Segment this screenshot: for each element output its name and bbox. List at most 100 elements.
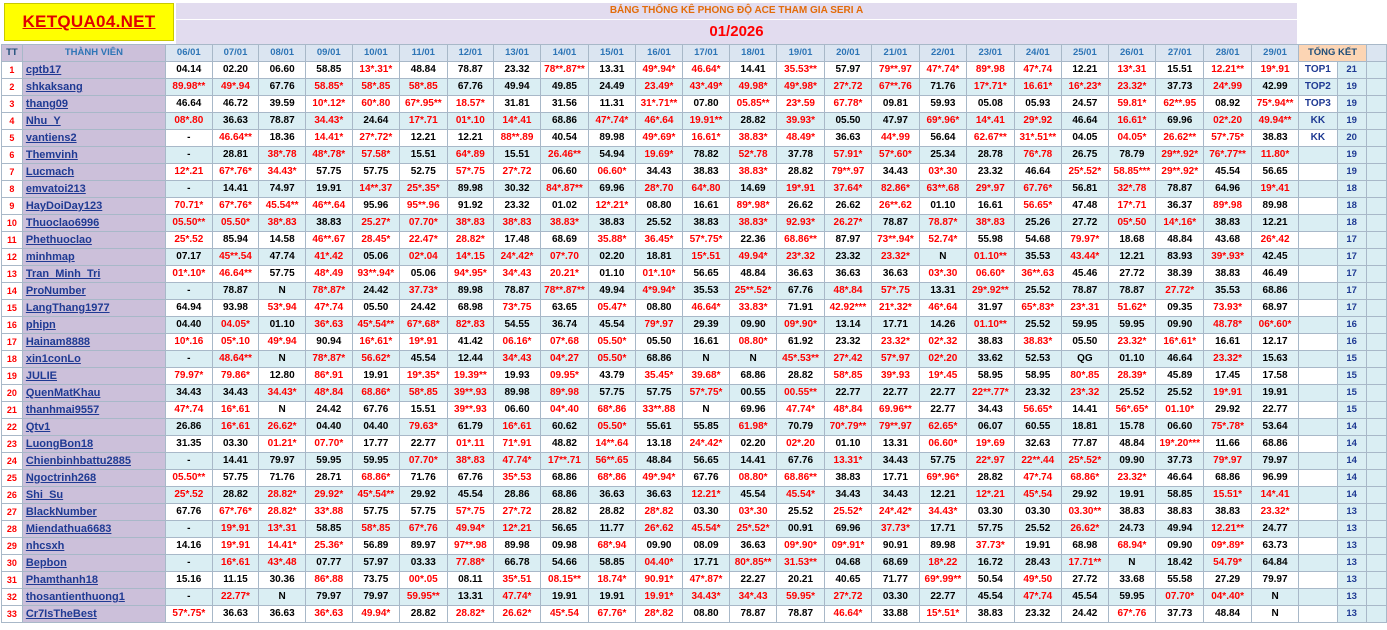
daily-result-cell: 68.98 bbox=[1061, 537, 1109, 555]
daily-result-cell: 22.27 bbox=[728, 571, 778, 589]
daily-result-cell: 68.86 bbox=[1250, 435, 1300, 453]
daily-result-cell: 64.96 bbox=[1203, 180, 1252, 198]
daily-result-cell: 68.86** bbox=[776, 231, 825, 249]
daily-result-cell: 25.27* bbox=[351, 214, 401, 232]
daily-result-cell: 34.43 bbox=[966, 401, 1015, 419]
member-name-link[interactable]: xin1conLo bbox=[21, 350, 166, 368]
blank-cell bbox=[1365, 78, 1387, 96]
member-name-link[interactable]: vantiens2 bbox=[21, 129, 166, 147]
daily-result-cell: 74.97 bbox=[258, 180, 306, 198]
daily-result-cell: 59.95 bbox=[1107, 588, 1157, 606]
daily-result-cell: 42.92*** bbox=[823, 299, 873, 317]
daily-result-cell: 92.93* bbox=[776, 214, 825, 232]
daily-result-cell: 05.47* bbox=[588, 299, 636, 317]
member-name-link[interactable]: Qtv1 bbox=[21, 418, 166, 436]
daily-result-cell: 68.97 bbox=[1250, 299, 1300, 317]
member-name-link[interactable]: thang09 bbox=[21, 95, 166, 113]
member-name-link[interactable]: Themvinh bbox=[21, 146, 166, 164]
daily-result-cell: 59.95 bbox=[304, 452, 353, 470]
member-name-link[interactable]: Shi_Su bbox=[21, 486, 166, 504]
daily-result-cell: 09.81 bbox=[871, 95, 920, 113]
member-name-link[interactable]: thosantienthuong1 bbox=[21, 588, 166, 606]
site-logo[interactable]: KETQUA04.NET bbox=[4, 3, 174, 41]
daily-result-cell: 03.30 bbox=[966, 503, 1015, 521]
member-name-link[interactable]: Tran_Minh_Tri bbox=[21, 265, 166, 283]
blank-cell bbox=[1365, 299, 1387, 317]
daily-result-cell: 35.53** bbox=[776, 61, 825, 79]
daily-result-cell: 67.76* bbox=[1013, 180, 1063, 198]
daily-result-cell: 89.98 bbox=[1250, 197, 1300, 215]
daily-result-cell: 68.94* bbox=[1107, 537, 1157, 555]
total-cell: 13 bbox=[1336, 588, 1367, 606]
member-name-link[interactable]: Cr7IsTheBest bbox=[21, 605, 166, 623]
member-name-link[interactable]: Hainam8888 bbox=[21, 333, 166, 351]
member-name-link[interactable]: BlackNumber bbox=[21, 503, 166, 521]
daily-result-cell: 05.50 bbox=[351, 299, 401, 317]
member-name-link[interactable]: Miendathua6683 bbox=[21, 520, 166, 538]
daily-result-cell: 46.64 bbox=[1013, 163, 1063, 181]
daily-result-cell: 16*.61 bbox=[211, 554, 260, 572]
site-logo-text[interactable]: KETQUA04.NET bbox=[22, 12, 155, 32]
row-number: 18 bbox=[1, 350, 23, 368]
member-name-link[interactable]: Phamthanh18 bbox=[21, 571, 166, 589]
total-cell: 19 bbox=[1336, 146, 1367, 164]
member-name-link[interactable]: LangThang1977 bbox=[21, 299, 166, 317]
member-name-link[interactable]: nhcsxh bbox=[21, 537, 166, 555]
daily-result-cell: 61.98* bbox=[728, 418, 778, 436]
daily-result-cell: 67*.76* bbox=[211, 197, 260, 215]
member-name-link[interactable]: Lucmach bbox=[21, 163, 166, 181]
member-name-link[interactable]: emvatoi213 bbox=[21, 180, 166, 198]
daily-result-cell: 40.54 bbox=[539, 129, 590, 147]
daily-result-cell: 06.60 bbox=[258, 61, 306, 79]
header-date: 14/01 bbox=[539, 44, 590, 62]
daily-result-cell: 75*.78* bbox=[1203, 418, 1252, 436]
daily-result-cell: 54.79* bbox=[1203, 554, 1252, 572]
member-name-link[interactable]: thanhmai9557 bbox=[21, 401, 166, 419]
daily-result-cell: 50.54 bbox=[966, 571, 1015, 589]
member-name-link[interactable]: Bepbon bbox=[21, 554, 166, 572]
daily-result-cell: 09.90 bbox=[1155, 316, 1205, 334]
member-name-link[interactable]: Thuoclao6996 bbox=[21, 214, 166, 232]
table-row: 28 Miendathua6683-19*.91 13*.31 58.85 58*.85… bbox=[1, 520, 1387, 538]
daily-result-cell: 78.87 bbox=[1107, 282, 1157, 300]
daily-result-cell: 67*.76 bbox=[1107, 605, 1157, 623]
row-number: 25 bbox=[1, 469, 23, 487]
member-name-link[interactable]: JULIE bbox=[21, 367, 166, 385]
daily-result-cell: 29.92 bbox=[1061, 486, 1109, 504]
header-date: 20/01 bbox=[823, 44, 873, 62]
member-name-link[interactable]: shkaksang bbox=[21, 78, 166, 96]
daily-result-cell: 08.92 bbox=[1203, 95, 1252, 113]
daily-result-cell: 95.96 bbox=[351, 197, 401, 215]
rank-cell bbox=[1298, 163, 1338, 181]
daily-result-cell: 57.75 bbox=[304, 163, 353, 181]
member-name-link[interactable]: cptb17 bbox=[21, 61, 166, 79]
daily-result-cell: 88**.89 bbox=[493, 129, 541, 147]
blank-cell bbox=[1365, 401, 1387, 419]
member-name-link[interactable]: HayDoiDay123 bbox=[21, 197, 166, 215]
daily-result-cell: 31.35 bbox=[164, 435, 213, 453]
daily-result-cell: 73*.75 bbox=[493, 299, 541, 317]
member-name-link[interactable]: minhmap bbox=[21, 248, 166, 266]
member-name-link[interactable]: ProNumber bbox=[21, 282, 166, 300]
daily-result-cell: 27.72 bbox=[1107, 265, 1157, 283]
daily-result-cell: 07.77 bbox=[304, 554, 353, 572]
member-name-link[interactable]: Phethuoclao bbox=[21, 231, 166, 249]
daily-result-cell: 89.97 bbox=[399, 537, 448, 555]
daily-result-cell: 04*.40 bbox=[539, 401, 590, 419]
member-name-link[interactable]: Chienbinhbattu2885 bbox=[21, 452, 166, 470]
daily-result-cell: 45.54 bbox=[588, 316, 636, 334]
member-name-link[interactable]: LuongBon18 bbox=[21, 435, 166, 453]
blank-cell bbox=[1365, 197, 1387, 215]
daily-result-cell: 17*.71 bbox=[1107, 197, 1157, 215]
member-name-link[interactable]: Ngoctrinh268 bbox=[21, 469, 166, 487]
rank-cell bbox=[1298, 384, 1338, 402]
daily-result-cell: 12.17 bbox=[1250, 333, 1300, 351]
daily-result-cell: 04.40 bbox=[304, 418, 353, 436]
member-name-link[interactable]: phipn bbox=[21, 316, 166, 334]
daily-result-cell: 25*.35* bbox=[399, 180, 448, 198]
member-name-link[interactable]: Nhu_Y bbox=[21, 112, 166, 130]
member-name-link[interactable]: QuenMatKhau bbox=[21, 384, 166, 402]
daily-result-cell: 71*.91 bbox=[493, 435, 541, 453]
daily-result-cell: 29*.92 bbox=[1013, 112, 1063, 130]
daily-result-cell: 84*.87** bbox=[539, 180, 590, 198]
